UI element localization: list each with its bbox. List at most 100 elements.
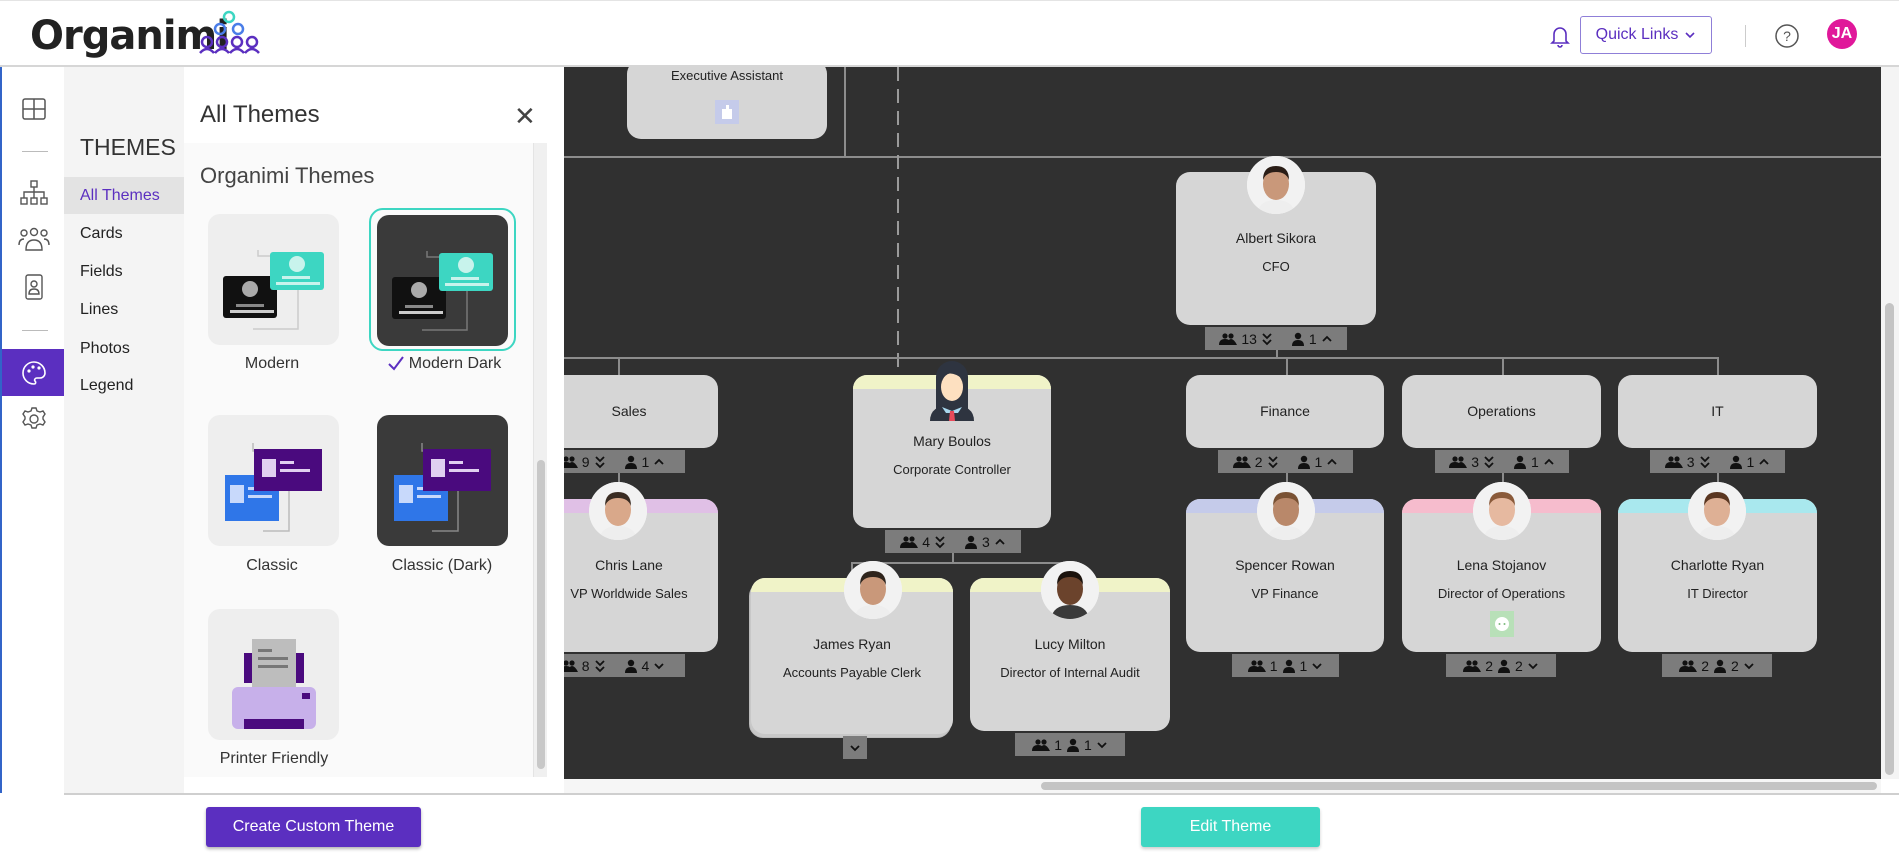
theme-label-modern-dark: Modern Dark (364, 355, 524, 373)
person-icon (624, 455, 637, 469)
card-count-badge: 21 (1218, 450, 1353, 473)
edit-theme-button[interactable]: Edit Theme (1141, 807, 1320, 847)
person-icon (1729, 455, 1742, 469)
group-icon (1032, 738, 1051, 751)
panel-scrollbar[interactable] (533, 143, 547, 777)
rail-settings[interactable] (2, 397, 66, 441)
user-avatar[interactable]: JA (1827, 19, 1857, 49)
chevron-up-icon[interactable] (1326, 457, 1338, 467)
org-card-finance[interactable]: Finance (1186, 375, 1384, 448)
chevron-down-icon[interactable] (1743, 661, 1755, 671)
help-icon[interactable]: ? (1774, 23, 1800, 49)
direct-reports-count: 1 (1746, 453, 1755, 470)
group-icon (1219, 332, 1238, 345)
rail-themes[interactable] (2, 349, 66, 396)
theme-modern[interactable] (208, 214, 339, 345)
nav-all-themes[interactable]: All Themes (64, 177, 184, 214)
section-title: Organimi Themes (200, 163, 375, 188)
themes-nav-title: THEMES (80, 134, 176, 160)
bell-icon[interactable] (1548, 23, 1572, 49)
chevron-up-icon[interactable] (653, 457, 665, 467)
theme-preview-classic-dark (394, 443, 491, 532)
chart-vertical-scrollbar-thumb[interactable] (1885, 303, 1894, 775)
theme-classic[interactable] (208, 415, 339, 546)
nav-legend[interactable]: Legend (64, 367, 184, 404)
card-name: Finance (1260, 402, 1310, 419)
chevron-double-down-icon[interactable] (934, 535, 946, 549)
group-icon (1463, 659, 1482, 672)
chevron-double-down-icon[interactable] (1267, 455, 1279, 469)
members-count: 2 (1701, 657, 1709, 674)
card-count-badge: 31 (1435, 450, 1569, 473)
chevron-double-down-icon[interactable] (594, 659, 606, 673)
nav-photos[interactable]: Photos (64, 330, 184, 367)
group-icon (1449, 455, 1468, 468)
nav-cards[interactable]: Cards (64, 215, 184, 252)
chevron-up-icon[interactable] (994, 537, 1006, 547)
members-count: 13 (1241, 330, 1257, 347)
card-title: Director of Operations (1437, 586, 1566, 601)
card-count-badge: 13 1 (1205, 327, 1347, 350)
chevron-up-icon[interactable] (1758, 457, 1770, 467)
footer-bar: Create Custom Theme Edit Theme (64, 793, 1899, 859)
chevron-down-icon[interactable] (653, 661, 665, 671)
close-icon[interactable]: ✕ (514, 101, 536, 132)
panel-header: All Themes ✕ (184, 85, 547, 143)
card-name: Charlotte Ryan (1670, 557, 1765, 573)
rail-dashboard[interactable] (2, 87, 66, 131)
theme-preview-modern (223, 250, 324, 330)
nav-lines[interactable]: Lines (64, 291, 184, 328)
header-divider (1745, 25, 1746, 47)
theme-printer-friendly[interactable] (208, 609, 339, 740)
chevron-down-icon[interactable] (1527, 661, 1539, 671)
card-name: Spencer Rowan (1235, 557, 1335, 573)
quick-links-dropdown[interactable]: Quick Links (1580, 16, 1712, 54)
person-icon (1291, 332, 1304, 346)
card-name: Sales (611, 402, 647, 419)
chevron-double-down-icon[interactable] (594, 455, 606, 469)
theme-classic-dark[interactable] (377, 415, 508, 546)
chevron-up-icon[interactable] (1543, 457, 1555, 467)
org-card-exec[interactable]: Executive Assistant (627, 67, 827, 139)
chart-horizontal-scrollbar-thumb[interactable] (1041, 782, 1877, 790)
chart-vertical-scrollbar[interactable] (1881, 67, 1899, 779)
chevron-down-icon[interactable] (849, 743, 861, 753)
org-card-operations[interactable]: Operations (1402, 375, 1601, 448)
card-name: Albert Sikora (1235, 230, 1317, 246)
chevron-double-down-icon[interactable] (1699, 455, 1711, 469)
rail-people[interactable] (2, 217, 66, 261)
org-card-it[interactable]: IT (1618, 375, 1817, 448)
org-chart-canvas[interactable]: Executive Assistant Albert Sikora CFO 13 1 Sa… (564, 67, 1881, 779)
chevron-down-icon[interactable] (1311, 661, 1323, 671)
connector-line (1717, 357, 1719, 375)
chevron-down-icon[interactable] (1096, 740, 1108, 750)
chevron-down-icon (1685, 32, 1695, 39)
chevron-double-down-icon[interactable] (1261, 332, 1273, 346)
person-icon (1714, 659, 1726, 673)
org-card-sales[interactable]: Sales (564, 375, 718, 448)
direct-reports-count: 1 (1314, 453, 1323, 470)
connector-line (1286, 357, 1288, 375)
chevron-up-icon[interactable] (1321, 334, 1333, 344)
rail-directory[interactable] (2, 265, 66, 309)
create-custom-theme-button[interactable]: Create Custom Theme (206, 807, 421, 847)
members-count: 1 (1269, 657, 1278, 674)
members-count: 1 (1054, 736, 1062, 753)
rail-divider (22, 330, 48, 331)
chevron-double-down-icon[interactable] (1483, 455, 1495, 469)
nav-fields[interactable]: Fields (64, 253, 184, 290)
theme-modern-dark[interactable] (377, 215, 508, 346)
theme-label-classic: Classic (246, 557, 298, 574)
panel-scrollbar-thumb[interactable] (537, 460, 545, 769)
theme-label-printer-friendly: Printer Friendly (219, 750, 329, 767)
card-title: IT Director (1687, 586, 1748, 601)
person-icon (1514, 455, 1526, 469)
chart-horizontal-scrollbar[interactable] (564, 779, 1881, 793)
card-name: Lucy Milton (1034, 636, 1106, 652)
group-icon (1232, 455, 1251, 468)
members-count: 2 (1485, 657, 1493, 674)
card-name: Chris Lane (595, 557, 663, 573)
connector-line (952, 552, 954, 562)
card-name: Operations (1467, 402, 1536, 419)
rail-org-chart[interactable] (2, 171, 66, 215)
